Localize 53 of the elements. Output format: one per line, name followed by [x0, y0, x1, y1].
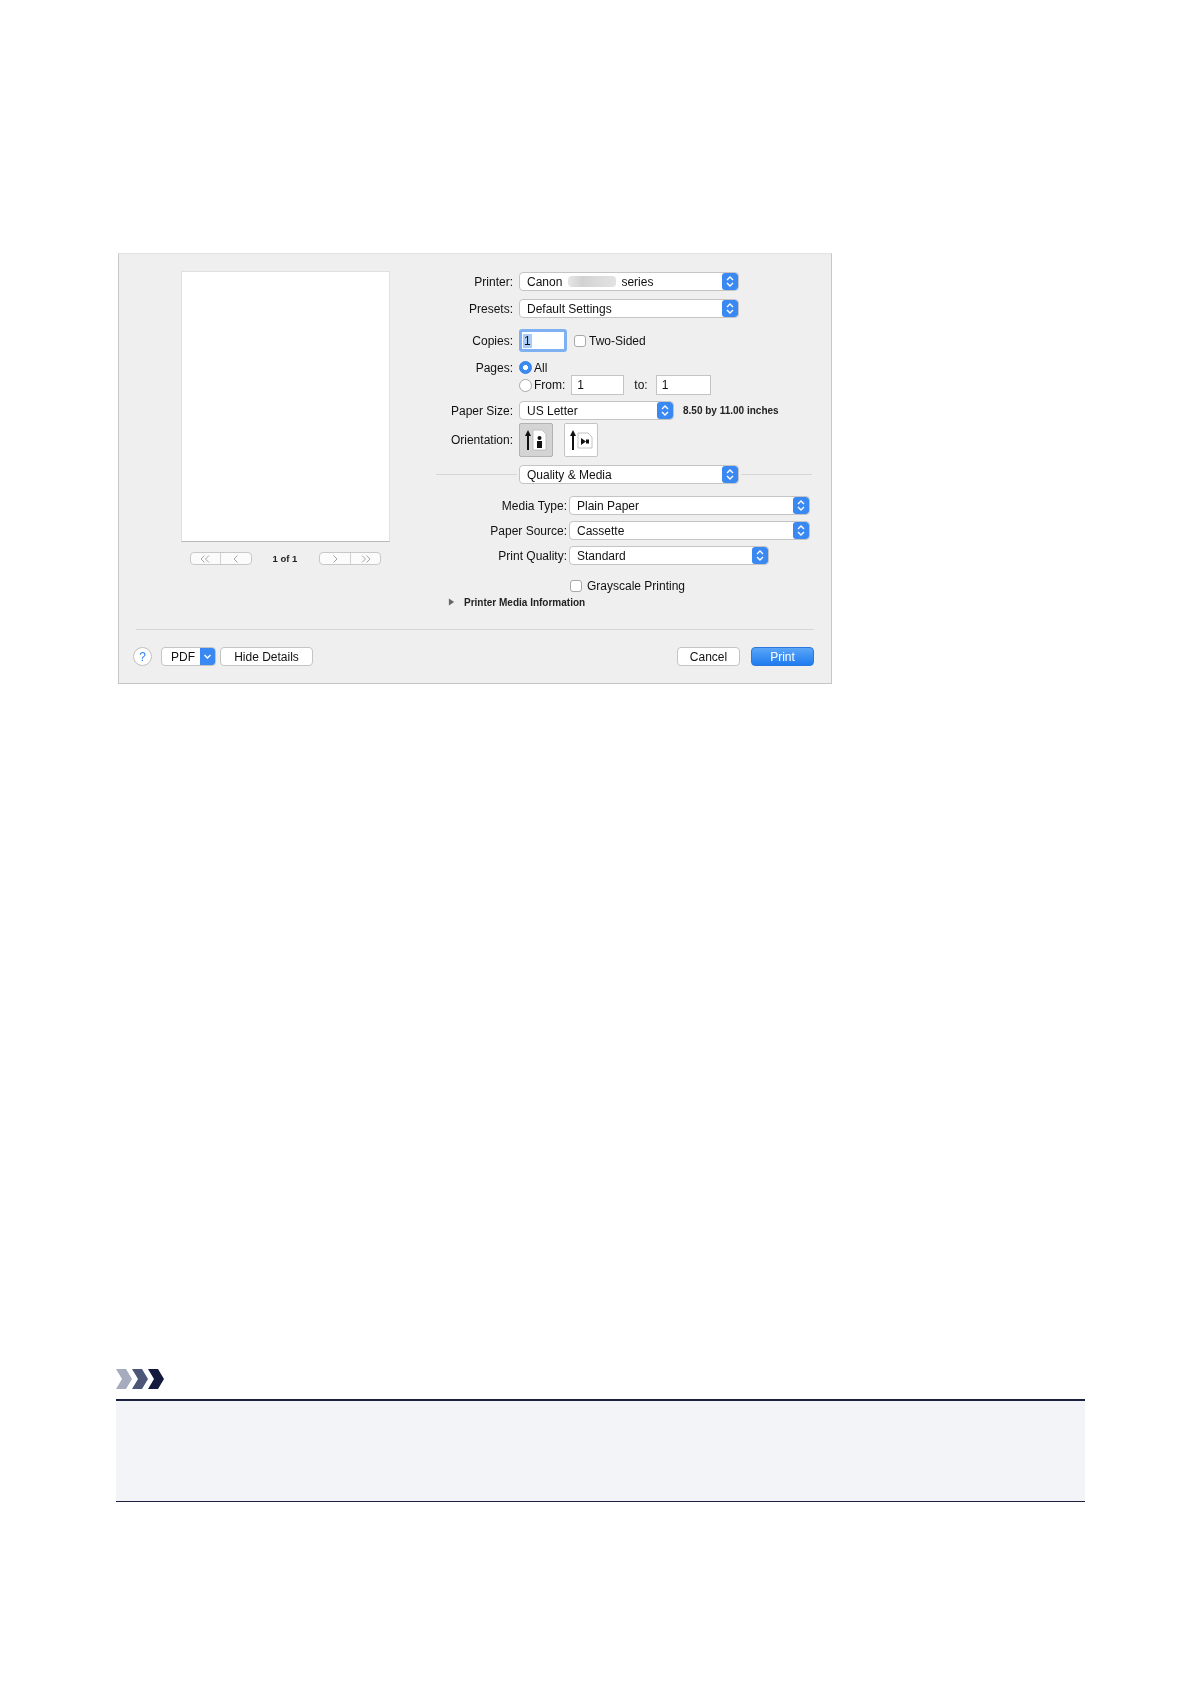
pages-label: Pages: — [474, 360, 513, 375]
checkbox[interactable] — [570, 579, 582, 592]
setting-popup[interactable]: Cassette — [569, 521, 810, 540]
setting-label: Print Quality: — [497, 548, 567, 563]
double-chevron-right-icon — [360, 554, 371, 563]
landscape-button[interactable] — [564, 423, 598, 457]
two-sided-label: Two-Sided — [589, 333, 646, 348]
paper-size-label: Paper Size: — [449, 403, 513, 418]
up-down-arrows-icon — [793, 522, 809, 539]
up-down-arrows-icon — [722, 300, 738, 317]
copies-field[interactable]: 1 — [519, 329, 567, 352]
portrait-orientation-icon — [523, 427, 549, 453]
up-down-arrows-icon — [793, 497, 809, 514]
double-chevron-left-icon — [200, 554, 211, 563]
portrait-button[interactable] — [519, 423, 553, 457]
paper-size-popup[interactable]: US Letter — [519, 401, 674, 420]
radio-label: All — [534, 360, 548, 375]
to-page-field[interactable]: 1 — [655, 375, 711, 395]
up-down-arrows-icon — [722, 466, 738, 483]
up-down-arrows-icon — [657, 402, 673, 419]
radio-button[interactable] — [519, 361, 532, 374]
orientation-label: Orientation: — [449, 433, 513, 447]
printer-label: Printer: — [473, 274, 513, 289]
setting-popup[interactable]: Standard — [569, 546, 769, 565]
help-button[interactable]: ? — [133, 647, 152, 666]
checkbox[interactable] — [574, 334, 586, 347]
printer-popup[interactable]: Canon series — [519, 272, 739, 291]
pdf-menu-button[interactable]: PDF — [161, 647, 216, 666]
from-page-field[interactable]: 1 — [571, 375, 625, 395]
radio-label: From: — [534, 378, 566, 392]
panel-menu-popup[interactable]: Quality & Media — [519, 465, 739, 484]
radio-button[interactable] — [519, 378, 532, 392]
setting-label: Media Type: — [500, 498, 567, 513]
grayscale-label: Grayscale Printing — [587, 578, 686, 593]
selected-text: 1 — [523, 333, 532, 348]
chevron-left-icon — [233, 554, 239, 563]
disclosure-triangle-icon[interactable] — [448, 598, 455, 606]
note-chevrons-icon — [116, 1369, 164, 1389]
cancel-button[interactable]: Cancel — [677, 647, 740, 666]
setting-popup[interactable]: Plain Paper — [569, 496, 810, 515]
up-down-arrows-icon — [752, 547, 768, 564]
presets-label: Presets: — [468, 301, 513, 316]
hide-details-button[interactable]: Hide Details — [220, 647, 313, 666]
setting-label: Paper Source: — [489, 523, 567, 538]
to-label: to: — [634, 378, 648, 392]
presets-popup[interactable]: Default Settings — [519, 299, 739, 318]
media-info-label[interactable]: Printer Media Information — [464, 596, 586, 608]
chevron-down-icon — [200, 648, 215, 665]
up-down-arrows-icon — [722, 273, 738, 290]
copies-label: Copies: — [471, 333, 513, 348]
chevron-right-icon — [332, 554, 338, 563]
paper-dimensions: 8.50 by 11.00 inches — [683, 405, 779, 416]
page-indicator: 1 of 1 — [272, 553, 298, 564]
